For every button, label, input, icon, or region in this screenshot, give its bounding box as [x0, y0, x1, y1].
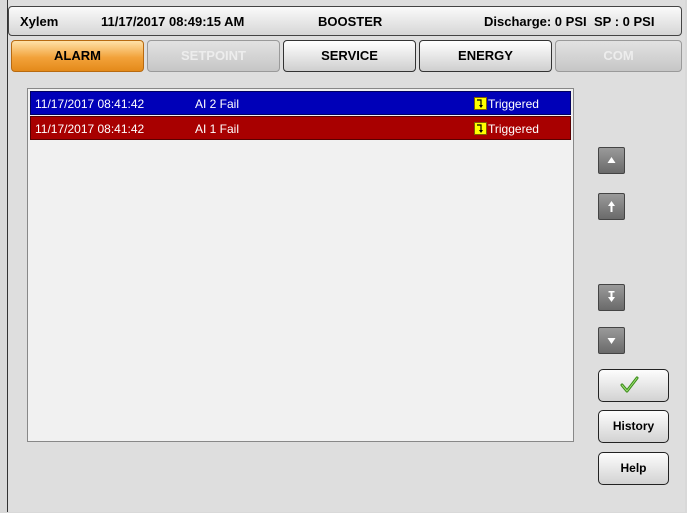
page-down-button[interactable] [598, 284, 625, 311]
page-up-button[interactable] [598, 193, 625, 220]
discharge-label: Discharge: 0 PSI [484, 14, 587, 29]
alarm-status: Triggered [488, 122, 539, 136]
help-button[interactable]: Help [598, 452, 669, 485]
history-button[interactable]: History [598, 410, 669, 443]
mode-label: BOOSTER [318, 14, 383, 29]
tab-service[interactable]: SERVICE [283, 40, 416, 72]
tab-com: COM [555, 40, 682, 72]
triggered-icon [474, 122, 487, 135]
tab-setpoint: SETPOINT [147, 40, 280, 72]
alarm-description: AI 2 Fail [195, 97, 240, 111]
double-arrow-up-icon [608, 201, 615, 212]
datetime-label: 11/17/2017 08:49:15 AM [101, 14, 245, 29]
alarm-list[interactable]: 11/17/2017 08:41:42 AI 2 Fail Triggered … [27, 88, 574, 442]
acknowledge-button[interactable] [598, 369, 669, 402]
alarm-status: Triggered [488, 97, 539, 111]
tab-energy[interactable]: ENERGY [419, 40, 552, 72]
scroll-down-button[interactable] [598, 327, 625, 354]
triggered-icon [474, 97, 487, 110]
arrow-up-icon [607, 157, 616, 163]
alarm-timestamp: 11/17/2017 08:41:42 [35, 122, 145, 136]
alarm-description: AI 1 Fail [195, 122, 240, 136]
setpoint-label: SP : 0 PSI [594, 14, 655, 29]
status-header: Xylem 11/17/2017 08:49:15 AM BOOSTER Dis… [8, 6, 682, 36]
brand-label: Xylem [20, 14, 59, 29]
alarm-timestamp: 11/17/2017 08:41:42 [35, 97, 145, 111]
tab-alarm[interactable]: ALARM [11, 40, 144, 72]
scroll-up-button[interactable] [598, 147, 625, 174]
alarm-row[interactable]: 11/17/2017 08:41:42 AI 2 Fail Triggered [30, 91, 571, 115]
arrow-down-icon [607, 338, 616, 344]
alarm-row[interactable]: 11/17/2017 08:41:42 AI 1 Fail Triggered [30, 116, 571, 140]
checkmark-icon [620, 376, 639, 393]
double-arrow-down-icon [608, 291, 615, 302]
